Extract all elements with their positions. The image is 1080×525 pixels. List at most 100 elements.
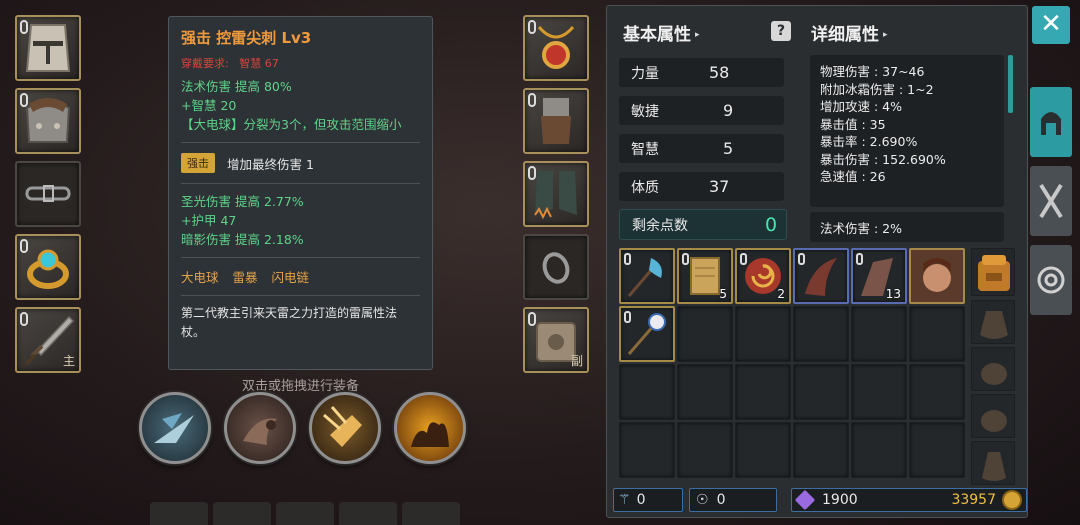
inventory-slot[interactable] — [677, 422, 733, 478]
equip-slot-helmet[interactable] — [15, 15, 81, 81]
points-value: 0 — [765, 213, 778, 236]
stat-label: 敏捷 — [631, 103, 659, 120]
divider — [181, 142, 420, 143]
skill-name: 闪电链 — [271, 270, 310, 285]
skill-button-2[interactable] — [224, 392, 296, 464]
potion-counter: ☉ 0 — [689, 488, 777, 512]
detail-attributes-list[interactable]: 物理伤害 : 37~46 附加冰霜伤害 : 1~2 增加攻速 : 4% 暴击值 … — [810, 55, 1004, 207]
skill-button-4[interactable] — [394, 392, 466, 464]
close-button[interactable]: ✕ — [1032, 6, 1070, 44]
help-icon[interactable]: ? — [771, 21, 791, 41]
inventory-slot[interactable] — [851, 306, 907, 362]
enhance-text: 增加最终伤害 1 — [227, 156, 314, 172]
amulet-icon — [537, 25, 575, 69]
pouch-icon — [981, 410, 1007, 432]
extra-stat: +护甲 47 — [181, 213, 237, 228]
tab-skills[interactable] — [1030, 166, 1072, 236]
equip-slot-gloves[interactable] — [523, 88, 589, 154]
stat-value: 37 — [709, 177, 730, 196]
bag-slot-2[interactable] — [971, 300, 1015, 344]
equip-slot-armor[interactable] — [15, 88, 81, 154]
enhance-row: 强击 增加最终伤害 1 — [181, 153, 420, 173]
equip-slot-belt[interactable] — [15, 161, 81, 227]
stat-label: 力量 — [631, 65, 659, 82]
strike-skill-icon — [323, 406, 362, 447]
inventory-slot[interactable] — [909, 422, 965, 478]
inventory-slot[interactable] — [851, 422, 907, 478]
skill-button-1[interactable] — [139, 392, 211, 464]
bag-slot-5[interactable] — [971, 441, 1015, 485]
inventory-slot[interactable] — [793, 422, 849, 478]
character-panel: 基本属性 ▸ ? 详细属性 ▸ 力量 58 敏捷 9 智慧 5 体质 37 剩余点数… — [606, 5, 1028, 518]
inventory-slot[interactable] — [619, 306, 675, 362]
bottom-tab-4[interactable] — [339, 502, 397, 525]
bag-slot-3[interactable] — [971, 347, 1015, 391]
inventory-slot[interactable] — [909, 248, 965, 304]
bag-slot-1[interactable] — [971, 248, 1015, 296]
armor-icon — [25, 98, 71, 143]
lock-icon — [624, 253, 631, 265]
gloves-icon — [541, 98, 571, 144]
divider — [181, 183, 420, 184]
inventory-slot[interactable]: 2 — [735, 248, 791, 304]
requirement-label: 穿戴要求: — [181, 57, 229, 70]
inventory-slot[interactable] — [851, 364, 907, 420]
equip-slot-ring[interactable] — [15, 234, 81, 300]
stat-value: 5 — [723, 139, 734, 158]
inventory-slot[interactable] — [619, 422, 675, 478]
inventory-slot[interactable] — [909, 364, 965, 420]
detail-scrollbar[interactable] — [1008, 55, 1013, 113]
inventory-slot[interactable]: 13 — [851, 248, 907, 304]
equip-slot-boots[interactable] — [523, 161, 589, 227]
inventory-slot[interactable] — [619, 364, 675, 420]
bottom-tab-3[interactable] — [276, 502, 334, 525]
bottom-tab-1[interactable] — [150, 502, 208, 525]
extra-stat: 圣光伤害 提高 2.77% — [181, 194, 304, 209]
inventory-slot[interactable] — [793, 306, 849, 362]
equip-hint: 双击或拖拽进行装备 — [241, 379, 359, 394]
detail-line: 暴击率 : 2.690% — [820, 134, 918, 149]
inventory-slot[interactable] — [735, 422, 791, 478]
tab-settings[interactable] — [1030, 245, 1072, 315]
caret-right-icon: ▸ — [695, 30, 700, 40]
inventory-slot[interactable] — [677, 364, 733, 420]
currency-bar: ⚚ 0 ☉ 0 1900 33957 — [611, 485, 1027, 514]
tab-equipment[interactable] — [1030, 87, 1072, 157]
divider — [181, 295, 420, 296]
blade-skill-icon — [154, 413, 194, 443]
stat-row-strength: 力量 58 — [619, 58, 784, 87]
inventory-slot[interactable] — [909, 306, 965, 362]
equip-slot-weapon[interactable]: 主 — [15, 307, 81, 373]
inventory-slot[interactable] — [793, 364, 849, 420]
inventory-slot[interactable] — [677, 306, 733, 362]
inventory-slot[interactable] — [793, 248, 849, 304]
bottom-tab-2[interactable] — [213, 502, 271, 525]
equip-slot-offhand[interactable]: 副 — [523, 307, 589, 373]
inventory-slot[interactable] — [735, 364, 791, 420]
base-stat: 法术伤害 提高 80% — [181, 79, 292, 94]
inventory-slot[interactable]: 5 — [677, 248, 733, 304]
skill-name: 大电球 — [181, 270, 219, 285]
equip-slot-amulet[interactable] — [523, 15, 589, 81]
detail-attributes-header[interactable]: 详细属性 ▸ — [811, 20, 888, 45]
hero-portrait-icon — [911, 250, 963, 302]
skill-button-3[interactable] — [309, 392, 381, 464]
bottom-tab-5[interactable] — [402, 502, 460, 525]
boots-icon — [534, 171, 577, 220]
equip-slot-ring-2[interactable] — [523, 234, 589, 300]
claw-skill-icon — [243, 418, 277, 445]
inventory-slot[interactable] — [619, 248, 675, 304]
wand-count: 0 — [636, 492, 646, 508]
basic-attributes-header[interactable]: 基本属性 ▸ — [623, 20, 700, 45]
lock-icon — [798, 253, 805, 265]
gold-count: 33957 — [951, 492, 996, 508]
bag-slot-4[interactable] — [971, 394, 1015, 438]
close-icon: ✕ — [1040, 9, 1062, 39]
crossed-swords-icon — [1039, 183, 1063, 219]
inventory-slot[interactable] — [735, 306, 791, 362]
potion-count: 0 — [716, 492, 726, 508]
stat-label: 体质 — [631, 179, 659, 196]
item-description: 第二代教主引来天雷之力打造的雷属性法杖。 — [181, 306, 398, 339]
requirement-value: 智慧 67 — [239, 57, 279, 70]
item-count: 2 — [777, 287, 785, 301]
